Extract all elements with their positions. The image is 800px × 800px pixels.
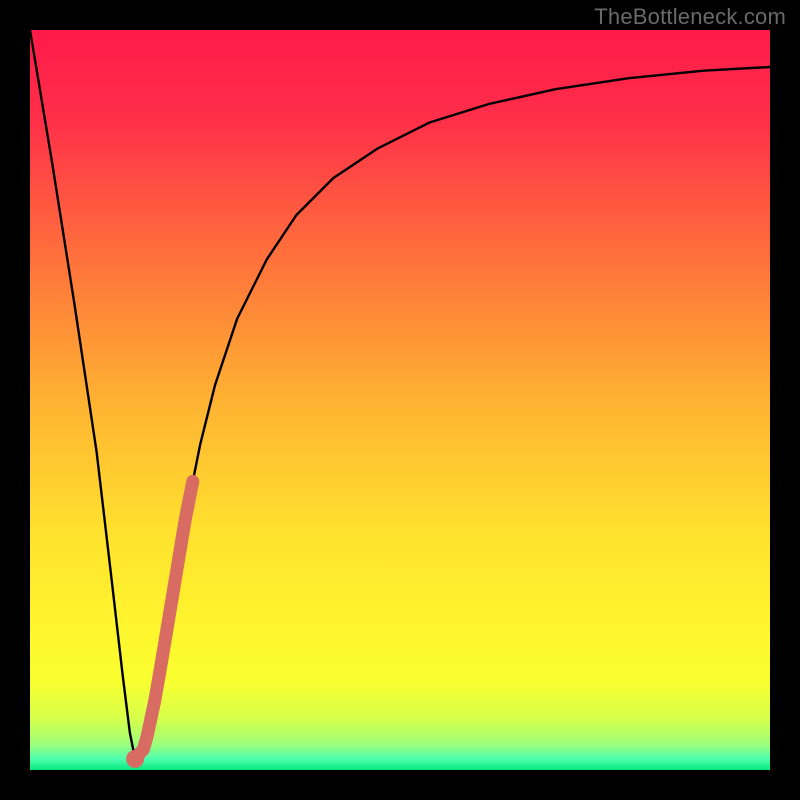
watermark-text: TheBottleneck.com bbox=[594, 4, 786, 30]
minimum-marker bbox=[126, 750, 144, 768]
curve-layer bbox=[30, 30, 770, 770]
highlight-segment bbox=[140, 481, 193, 753]
bottleneck-curve bbox=[30, 30, 770, 759]
plot-area bbox=[30, 30, 770, 770]
outer-frame: TheBottleneck.com bbox=[0, 0, 800, 800]
